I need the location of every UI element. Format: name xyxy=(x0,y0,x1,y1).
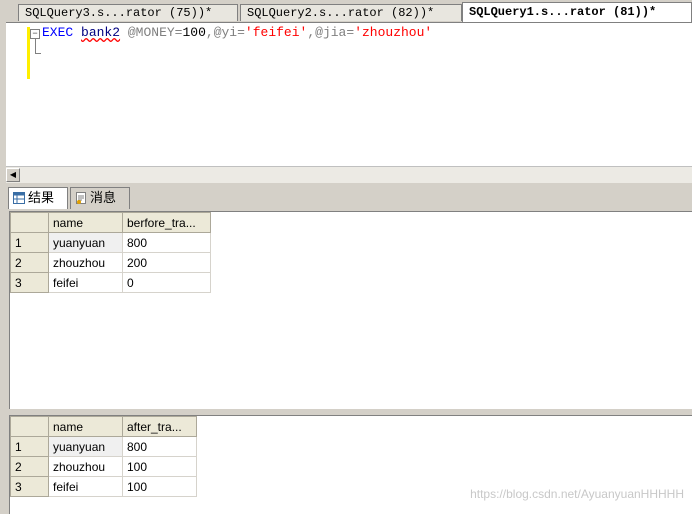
param-money-value: 100 xyxy=(182,25,206,40)
table-row[interactable]: 3 feifei 100 xyxy=(10,476,197,497)
table-row[interactable]: 1 yuanyuan 800 xyxy=(10,232,211,253)
cell-name[interactable]: zhouzhou xyxy=(48,456,123,477)
tab-messages-label: 消息 xyxy=(90,190,117,205)
tab-label: SQLQuery2.s...rator (82))* xyxy=(247,6,435,20)
cell-value[interactable]: 800 xyxy=(122,436,197,457)
results-table-1: name berfore_tra... 1 yuanyuan 800 2 zho… xyxy=(10,212,211,293)
param-yi-value: 'feifei' xyxy=(244,25,308,40)
column-header-before[interactable]: berfore_tra... xyxy=(122,212,211,233)
code-line-1[interactable]: EXEC bank2 @MONEY=100,@yi='feifei',@jia=… xyxy=(42,25,432,41)
tab-sqlquery3[interactable]: SQLQuery3.s...rator (75))* xyxy=(18,4,238,21)
grid-icon xyxy=(13,192,25,204)
row-header-corner[interactable] xyxy=(10,212,49,233)
row-number[interactable]: 1 xyxy=(10,436,49,457)
param-jia: @jia xyxy=(315,25,347,40)
header-row: name berfore_tra... xyxy=(10,212,211,233)
cell-value[interactable]: 100 xyxy=(122,476,197,497)
cell-value[interactable]: 0 xyxy=(122,272,211,293)
tab-results[interactable]: 结果 xyxy=(8,187,68,209)
cell-value[interactable]: 200 xyxy=(122,252,211,273)
table-row[interactable]: 1 yuanyuan 800 xyxy=(10,436,197,457)
column-header-after[interactable]: after_tra... xyxy=(122,416,197,437)
cell-name[interactable]: zhouzhou xyxy=(48,252,123,273)
outline-end xyxy=(35,53,41,54)
watermark: https://blog.csdn.net/AyuanyuanHHHHH xyxy=(470,487,684,501)
query-tab-strip: SQLQuery3.s...rator (75))* SQLQuery2.s..… xyxy=(0,0,692,22)
header-row: name after_tra... xyxy=(10,416,197,437)
tab-messages[interactable]: 消息 xyxy=(70,187,130,209)
cell-name[interactable]: yuanyuan xyxy=(48,436,123,457)
row-number[interactable]: 1 xyxy=(10,232,49,253)
cell-name[interactable]: feifei xyxy=(48,272,123,293)
tab-label: SQLQuery3.s...rator (75))* xyxy=(25,6,213,20)
outline-line xyxy=(35,39,36,53)
cell-value[interactable]: 100 xyxy=(122,456,197,477)
procedure-name: bank2 xyxy=(81,25,121,40)
table-row[interactable]: 2 zhouzhou 100 xyxy=(10,456,197,477)
collapse-toggle-icon[interactable]: − xyxy=(30,29,40,39)
row-number[interactable]: 2 xyxy=(10,456,49,477)
keyword-exec: EXEC xyxy=(42,25,74,40)
row-number[interactable]: 3 xyxy=(10,476,49,497)
cell-name[interactable]: yuanyuan xyxy=(48,232,123,253)
results-grid-1[interactable]: name berfore_tra... 1 yuanyuan 800 2 zho… xyxy=(9,211,692,411)
results-tab-strip: 结果 消息 xyxy=(6,185,692,211)
column-header-name[interactable]: name xyxy=(48,416,123,437)
tab-sqlquery2[interactable]: SQLQuery2.s...rator (82))* xyxy=(240,4,462,21)
equals-sign: = xyxy=(237,25,245,40)
tab-results-label: 结果 xyxy=(28,190,55,205)
scroll-left-arrow-icon[interactable]: ◀ xyxy=(6,168,20,182)
column-header-name[interactable]: name xyxy=(48,212,123,233)
row-header-corner[interactable] xyxy=(10,416,49,437)
row-number[interactable]: 2 xyxy=(10,252,49,273)
cell-name[interactable]: feifei xyxy=(48,476,123,497)
tab-label: SQLQuery1.s...rator (81))* xyxy=(469,5,657,19)
comma: , xyxy=(205,25,214,40)
results-table-2: name after_tra... 1 yuanyuan 800 2 zhouz… xyxy=(10,416,197,497)
param-money: @MONEY xyxy=(127,25,175,40)
message-icon xyxy=(76,192,86,204)
tab-sqlquery1[interactable]: SQLQuery1.s...rator (81))* xyxy=(462,2,692,22)
cell-value[interactable]: 800 xyxy=(122,232,211,253)
row-number[interactable]: 3 xyxy=(10,272,49,293)
param-jia-value: 'zhouzhou' xyxy=(354,25,433,40)
table-row[interactable]: 3 feifei 0 xyxy=(10,272,211,293)
comma: , xyxy=(307,25,316,40)
table-row[interactable]: 2 zhouzhou 200 xyxy=(10,252,211,273)
query-editor[interactable]: − EXEC bank2 @MONEY=100,@yi='feifei',@ji… xyxy=(6,22,692,167)
editor-horizontal-scrollbar[interactable]: ◀ xyxy=(6,166,692,183)
param-yi: @yi xyxy=(213,25,238,40)
